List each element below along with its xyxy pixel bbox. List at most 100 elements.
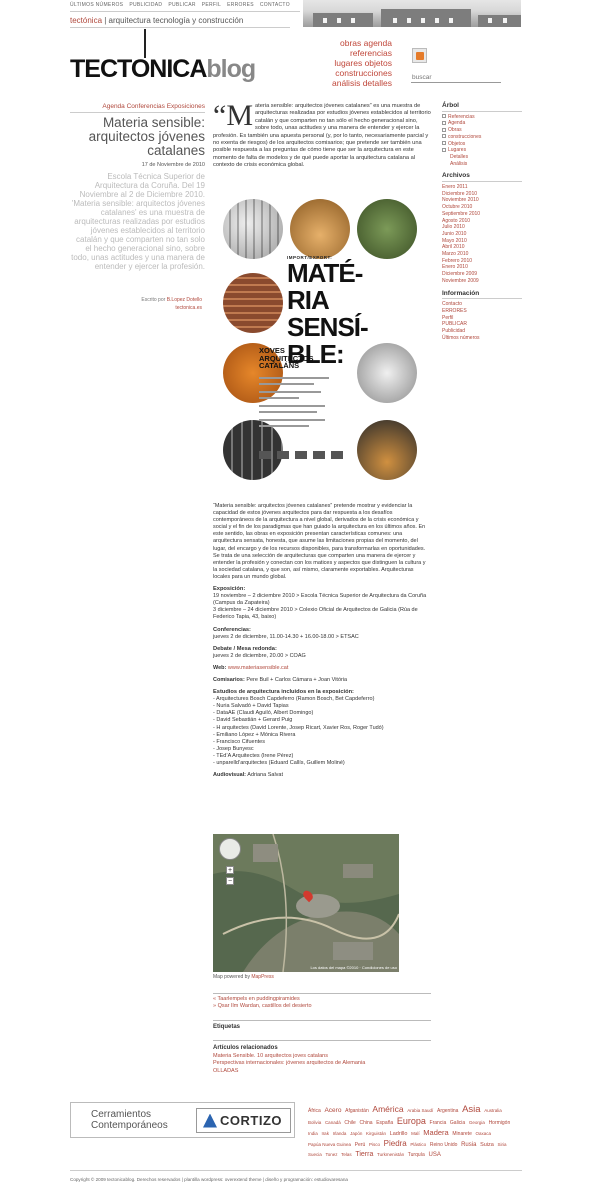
zoom-out-button[interactable]: −: [226, 877, 234, 885]
tag-link[interactable]: Perú: [355, 1142, 366, 1148]
tag-link[interactable]: Francia: [430, 1120, 447, 1126]
tag-link[interactable]: USA: [429, 1152, 441, 1158]
tag-link[interactable]: Japón: [350, 1131, 362, 1136]
tag-link[interactable]: Chile: [344, 1120, 355, 1126]
rss-button[interactable]: [412, 48, 427, 63]
archive-link[interactable]: Junio 2010: [442, 231, 522, 238]
arbol-link[interactable]: Referencias: [448, 114, 475, 120]
tag-link[interactable]: Suiza: [480, 1142, 494, 1148]
arbol-item[interactable]: Lugares: [442, 147, 522, 154]
tag-link[interactable]: Madera: [423, 1128, 448, 1137]
tagline-brand[interactable]: tectónica: [70, 16, 102, 25]
arbol-subitem[interactable]: Análisis: [442, 161, 522, 168]
mappress-link[interactable]: MapPress: [251, 974, 274, 980]
archive-link[interactable]: Enero 2010: [442, 264, 522, 271]
tag-link[interactable]: Tonez: [325, 1152, 337, 1157]
tag-link[interactable]: Ladrillo: [390, 1131, 408, 1137]
category-link[interactable]: obras agenda: [310, 38, 392, 48]
archive-link[interactable]: Noviembre 2010: [442, 197, 522, 204]
tag-link[interactable]: América: [372, 1104, 403, 1114]
tag-link[interactable]: Rusia: [461, 1142, 476, 1148]
archive-link[interactable]: Septiembre 2010: [442, 211, 522, 218]
archive-link[interactable]: Julio 2010: [442, 224, 522, 231]
tag-link[interactable]: Hormigón: [489, 1120, 511, 1126]
tag-link[interactable]: Asia: [462, 1104, 480, 1115]
author-link[interactable]: B.Lopez Dotello: [167, 297, 202, 303]
archive-link[interactable]: Febrero 2010: [442, 258, 522, 265]
zoom-in-button[interactable]: +: [226, 866, 234, 874]
tag-link[interactable]: Turkmenistán: [377, 1152, 404, 1157]
topnav-link[interactable]: ÚLTIMOS NÚMEROS: [70, 2, 123, 11]
web-link[interactable]: www.materiasensible.cat: [228, 665, 289, 671]
archive-link[interactable]: Octubre 2010: [442, 204, 522, 211]
archive-link[interactable]: Diciembre 2010: [442, 191, 522, 198]
tag-link[interactable]: Tierra: [355, 1151, 373, 1158]
post-categories[interactable]: Agenda Conferencias Exposiciones: [70, 103, 205, 113]
tag-link[interactable]: Georgia: [469, 1120, 485, 1125]
tag-link[interactable]: Kirguistán: [366, 1131, 386, 1136]
topnav-link[interactable]: PUBLICAR: [168, 2, 195, 11]
tag-link[interactable]: Canadá: [325, 1120, 341, 1125]
archive-link[interactable]: Enero 2011: [442, 184, 522, 191]
tag-link[interactable]: Pisco: [369, 1142, 380, 1147]
info-link[interactable]: ERRORES: [442, 308, 522, 315]
tag-link[interactable]: Bolivia: [308, 1120, 321, 1125]
topnav-link[interactable]: PERFIL: [202, 2, 221, 11]
related-link[interactable]: Materia Sensible. 10 arquitectos joves c…: [213, 1053, 431, 1061]
tag-link[interactable]: Europa: [397, 1116, 426, 1126]
tag-link[interactable]: Oaxaca: [476, 1131, 492, 1136]
tag-link[interactable]: Galicia: [450, 1120, 465, 1126]
tag-link[interactable]: Irlanda: [333, 1131, 347, 1136]
tag-link[interactable]: Turquía: [408, 1152, 425, 1158]
tag-link[interactable]: Argentina: [437, 1108, 458, 1114]
category-link[interactable]: referencias: [310, 48, 392, 58]
expand-box-icon[interactable]: [442, 147, 446, 152]
topnav-link[interactable]: CONTACTO: [260, 2, 290, 11]
tag-link[interactable]: Afganistán: [345, 1108, 369, 1114]
info-link[interactable]: Publicidad: [442, 328, 522, 335]
tag-link[interactable]: Piedra: [384, 1139, 407, 1148]
tag-link[interactable]: Malí: [411, 1131, 420, 1136]
info-link[interactable]: PUBLICAR: [442, 321, 522, 328]
tag-link[interactable]: India: [308, 1131, 318, 1136]
search-input[interactable]: [411, 73, 501, 83]
tag-link[interactable]: África: [308, 1108, 321, 1114]
category-link[interactable]: construcciones: [310, 68, 392, 78]
tag-link[interactable]: Minarete: [452, 1131, 471, 1137]
expand-box-icon[interactable]: [442, 114, 446, 119]
expand-box-icon[interactable]: [442, 141, 446, 146]
next-post-link[interactable]: » Qsar Ilm Wardan, castillos del desiert…: [213, 1003, 431, 1010]
tag-link[interactable]: Reino Unido: [430, 1142, 458, 1148]
tag-link[interactable]: Arabia Saudí: [407, 1108, 433, 1113]
topnav-link[interactable]: PUBLICIDAD: [129, 2, 162, 11]
tag-link[interactable]: Irak: [321, 1131, 329, 1136]
info-link[interactable]: Contacto: [442, 301, 522, 308]
related-link[interactable]: Perspectivas internacionales: jóvenes ar…: [213, 1060, 431, 1068]
archive-link[interactable]: Abril 2010: [442, 244, 522, 251]
arbol-link[interactable]: Agenda: [448, 120, 465, 126]
expand-box-icon[interactable]: [442, 127, 446, 132]
tag-link[interactable]: Plástico: [410, 1142, 426, 1147]
arbol-item[interactable]: Agenda: [442, 120, 522, 127]
archive-link[interactable]: Diciembre 2009: [442, 271, 522, 278]
tag-link[interactable]: Australia: [484, 1108, 502, 1113]
arbol-subitem[interactable]: Detalles: [442, 154, 522, 161]
category-link[interactable]: lugares objetos: [310, 58, 392, 68]
tag-link[interactable]: Telas: [341, 1152, 352, 1157]
expand-box-icon[interactable]: [442, 121, 446, 126]
arbol-item[interactable]: construcciones: [442, 134, 522, 141]
sponsor-banner[interactable]: Cerramientos Contemporáneos CORTIZO: [70, 1102, 295, 1138]
arbol-sublink[interactable]: Detalles: [450, 154, 468, 160]
arbol-link[interactable]: construcciones: [448, 134, 481, 140]
archive-link[interactable]: Mayo 2010: [442, 238, 522, 245]
archive-link[interactable]: Agosto 2010: [442, 218, 522, 225]
archive-link[interactable]: Marzo 2010: [442, 251, 522, 258]
tag-link[interactable]: España: [376, 1120, 393, 1126]
tag-link[interactable]: China: [359, 1120, 372, 1126]
previous-post-link[interactable]: « Taarlempels en puddingpiramides: [213, 996, 431, 1003]
author-site-link[interactable]: tectonica.es: [175, 305, 202, 311]
arbol-item[interactable]: Obras: [442, 127, 522, 134]
arbol-sublink[interactable]: Análisis: [450, 161, 467, 167]
arbol-link[interactable]: Objetos: [448, 141, 465, 147]
topnav-link[interactable]: ERRORES: [227, 2, 254, 11]
